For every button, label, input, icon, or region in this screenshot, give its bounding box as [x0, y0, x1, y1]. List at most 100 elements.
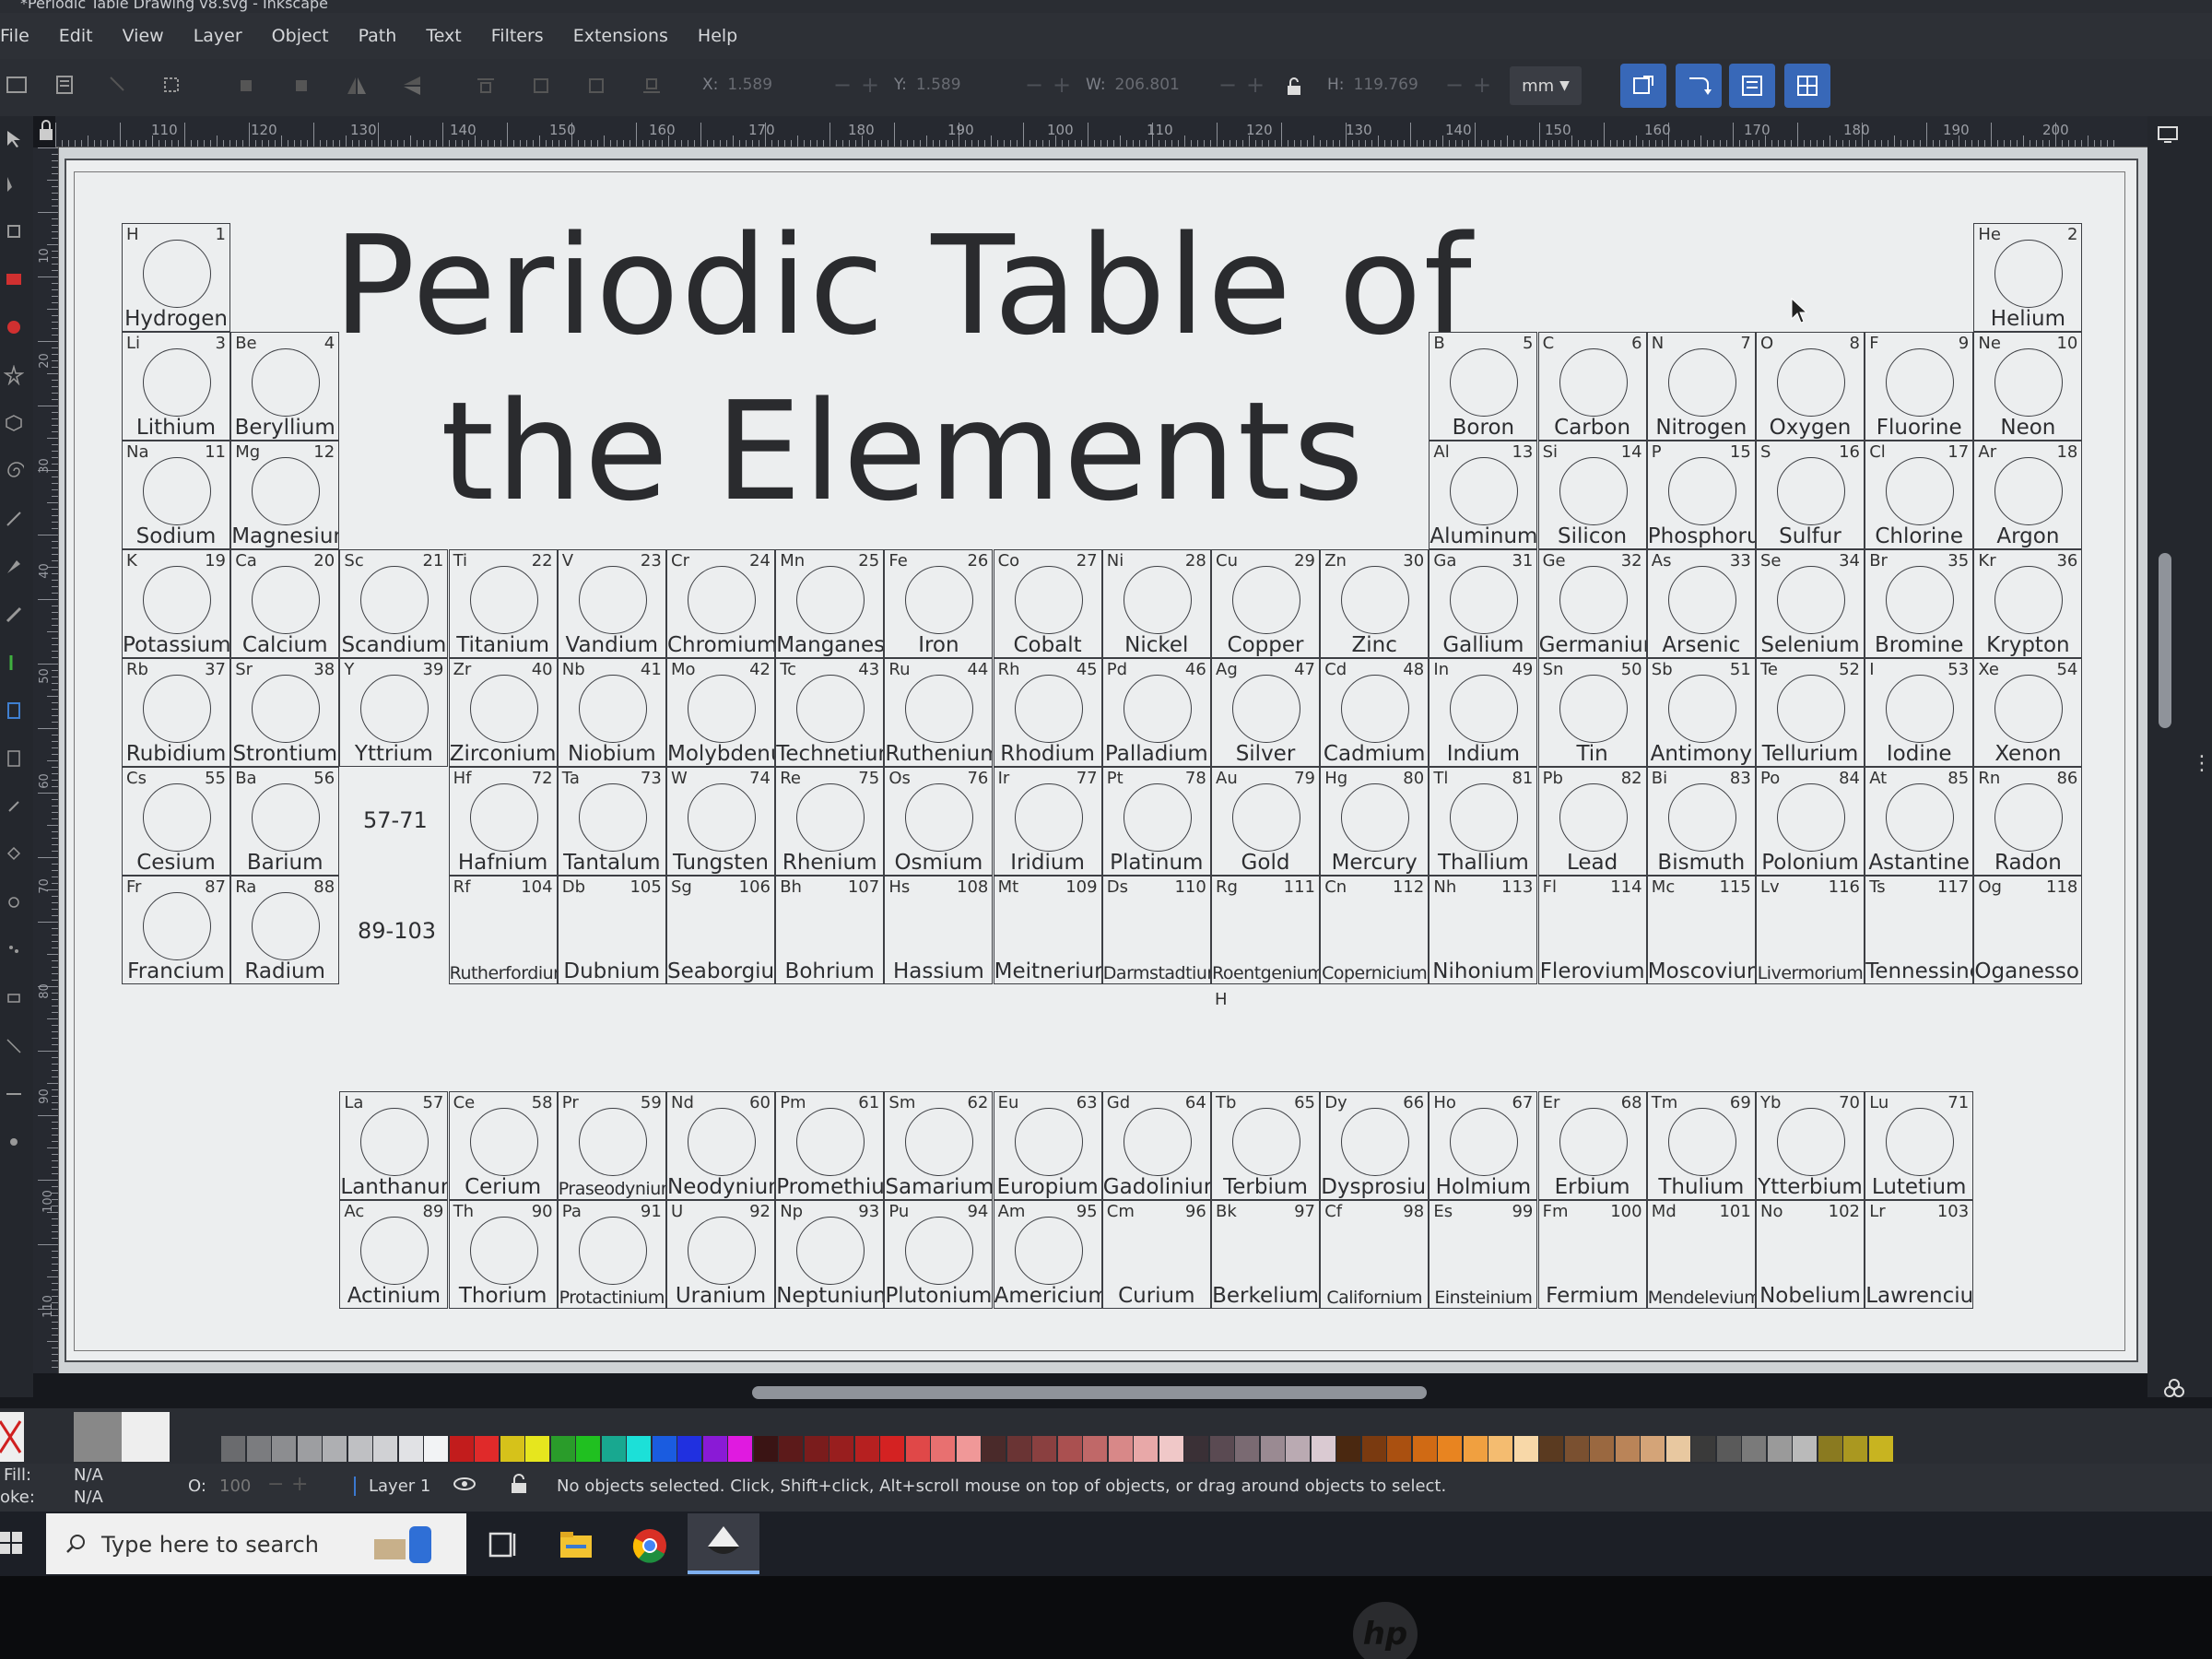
element-cell-dysprosium[interactable]: Dy 66 Dysprosium — [1320, 1091, 1430, 1200]
color-swatch[interactable] — [753, 1436, 778, 1462]
star-tool-icon[interactable] — [3, 364, 25, 386]
color-swatch[interactable] — [1793, 1436, 1817, 1462]
element-cell-moscovium[interactable]: Mc 115 Moscovium — [1646, 876, 1756, 984]
element-cell-europium[interactable]: Eu 63 Europium — [993, 1091, 1102, 1200]
element-cell-iodine[interactable]: I 53 Iodine — [1865, 658, 1974, 767]
lower-icon[interactable] — [582, 72, 610, 100]
element-cell-argon[interactable]: Ar 18 Argon — [1973, 441, 2083, 549]
no-paint-swatch[interactable] — [0, 1412, 24, 1462]
color-swatch[interactable] — [475, 1436, 499, 1462]
element-cell-selenium[interactable]: Se 34 Selenium — [1756, 549, 1865, 658]
element-cell-zinc[interactable]: Zn 30 Zinc — [1320, 549, 1430, 658]
color-swatch[interactable] — [424, 1436, 448, 1462]
layer-visibility-icon[interactable] — [452, 1475, 477, 1498]
pen-tool-icon[interactable] — [4, 557, 24, 577]
color-swatch[interactable] — [627, 1436, 651, 1462]
element-cell-niobium[interactable]: Nb 41 Niobium — [557, 658, 666, 767]
element-cell-francium[interactable]: Fr 87 Francium — [122, 876, 230, 984]
element-cell-cobalt[interactable]: Co 27 Cobalt — [993, 549, 1102, 658]
element-cell-silicon[interactable]: Si 14 Silicon — [1537, 441, 1647, 549]
element-cell-mendelevium[interactable]: Md 101 Mendelevium — [1646, 1200, 1756, 1309]
opacity-field[interactable]: 100 — [219, 1477, 251, 1496]
tweak-tool-icon[interactable] — [4, 892, 24, 912]
move-gradients-toggle[interactable] — [1729, 64, 1775, 108]
element-cell-thorium[interactable]: Th 90 Thorium — [448, 1200, 558, 1309]
element-cell-iron[interactable]: Fe 26 Iron — [884, 549, 994, 658]
dropper-tool-icon[interactable] — [4, 796, 24, 817]
select-all-layers-icon[interactable] — [52, 72, 79, 100]
fill-value[interactable]: N/A — [74, 1465, 103, 1485]
snap-settings-icon[interactable] — [2162, 1377, 2186, 1401]
color-swatch[interactable] — [1868, 1436, 1893, 1462]
color-swatch[interactable] — [1336, 1436, 1360, 1462]
color-swatch[interactable] — [576, 1436, 600, 1462]
horizontal-scrollbar[interactable] — [752, 1386, 1427, 1399]
flip-horizontal-icon[interactable] — [343, 72, 371, 100]
color-swatch[interactable] — [1134, 1436, 1158, 1462]
color-swatch[interactable] — [1083, 1436, 1107, 1462]
color-swatch[interactable] — [1767, 1436, 1792, 1462]
color-swatch[interactable] — [1716, 1436, 1741, 1462]
color-swatch[interactable] — [221, 1436, 245, 1462]
element-cell-americium[interactable]: Am 95 Americium — [993, 1200, 1102, 1309]
chrome-icon[interactable] — [627, 1523, 673, 1569]
stroke-value[interactable]: N/A — [74, 1488, 103, 1507]
more-options-icon[interactable]: ⋮ — [2192, 752, 2212, 775]
element-cell-astantine[interactable]: At 85 Astantine — [1865, 767, 1974, 876]
y-field[interactable]: Y: 1.589 — [894, 76, 961, 94]
color-swatch[interactable] — [398, 1436, 423, 1462]
element-cell-livermorium[interactable]: Lv 116 Livermorium — [1756, 876, 1865, 984]
element-cell-krypton[interactable]: Kr 36 Krypton — [1973, 549, 2083, 658]
document-title[interactable]: Periodic Table of the Elements — [332, 203, 1475, 535]
color-swatch[interactable] — [905, 1436, 930, 1462]
menu-text[interactable]: Text — [426, 26, 461, 46]
element-cell-chromium[interactable]: Cr 24 Chromium — [666, 549, 775, 658]
element-cell-magnesium[interactable]: Mg 12 Magnesium — [230, 441, 340, 549]
element-cell-titanium[interactable]: Ti 22 Titanium — [448, 549, 558, 658]
task-view-icon[interactable] — [479, 1523, 525, 1569]
element-cell-erbium[interactable]: Er 68 Erbium — [1537, 1091, 1647, 1200]
color-swatch[interactable] — [779, 1436, 803, 1462]
element-cell-gadolinium[interactable]: Gd 64 Gadolinium — [1101, 1091, 1211, 1200]
element-cell-rubidium[interactable]: Rb 37 Rubidium — [122, 658, 230, 767]
element-cell-terbium[interactable]: Tb 65 Terbium — [1211, 1091, 1320, 1200]
color-swatch[interactable] — [323, 1436, 347, 1462]
element-cell-molybdenum[interactable]: Mo 42 Molybdenum — [666, 658, 775, 767]
color-swatch[interactable] — [1032, 1436, 1056, 1462]
color-swatch[interactable] — [297, 1436, 322, 1462]
element-cell-osmium[interactable]: Os 76 Osmium — [884, 767, 994, 876]
element-cell-darmstadtium[interactable]: Ds 110 Darmstadtium — [1101, 876, 1211, 984]
calligraphy-tool-icon[interactable] — [4, 605, 24, 625]
element-cell-nickel[interactable]: Ni 28 Nickel — [1101, 549, 1211, 658]
element-cell-antimony[interactable]: Sb 51 Antimony — [1646, 658, 1756, 767]
element-cell-neptunium[interactable]: Np 93 Neptunium — [775, 1200, 885, 1309]
spiral-tool-icon[interactable] — [4, 461, 26, 481]
unit-select[interactable]: mm ▼ — [1510, 66, 1582, 105]
element-cell-bismuth[interactable]: Bi 83 Bismuth — [1646, 767, 1756, 876]
menu-path[interactable]: Path — [359, 26, 397, 46]
color-swatch[interactable] — [804, 1436, 829, 1462]
element-cell-strontium[interactable]: Sr 38 Strontium — [230, 658, 340, 767]
element-cell-nihonium[interactable]: Nh 113 Nihonium — [1429, 876, 1538, 984]
color-swatch[interactable] — [1387, 1436, 1411, 1462]
element-cell-neodynium[interactable]: Nd 60 Neodynium — [666, 1091, 775, 1200]
element-cell-tellurium[interactable]: Te 52 Tellurium — [1756, 658, 1865, 767]
color-swatch[interactable] — [880, 1436, 904, 1462]
element-cell-meitnerium[interactable]: Mt 109 Meitnerium — [993, 876, 1102, 984]
element-cell-cerium[interactable]: Ce 58 Cerium — [448, 1091, 558, 1200]
element-cell-thallium[interactable]: Tl 81 Thallium — [1429, 767, 1538, 876]
menu-view[interactable]: View — [123, 26, 164, 46]
color-swatch[interactable] — [1438, 1436, 1462, 1462]
element-cell-copernicium[interactable]: Cn 112 Copernicium — [1320, 876, 1430, 984]
element-cell-mercury[interactable]: Hg 80 Mercury — [1320, 767, 1430, 876]
element-cell-scandium[interactable]: Sc 21 Scandium — [339, 549, 449, 658]
element-cell-copper[interactable]: Cu 29 Copper — [1211, 549, 1320, 658]
element-cell-dubnium[interactable]: Db 105 Dubnium — [557, 876, 666, 984]
element-cell-silver[interactable]: Ag 47 Silver — [1211, 658, 1320, 767]
element-cell-seaborgium[interactable]: Sg 106 Seaborgium — [666, 876, 775, 984]
element-cell-neon[interactable]: Ne 10 Neon — [1973, 332, 2083, 441]
color-swatch[interactable] — [1641, 1436, 1665, 1462]
color-swatch[interactable] — [1539, 1436, 1563, 1462]
vertical-scrollbar[interactable] — [2159, 553, 2171, 728]
element-cell-lithium[interactable]: Li 3 Lithium — [122, 332, 230, 441]
